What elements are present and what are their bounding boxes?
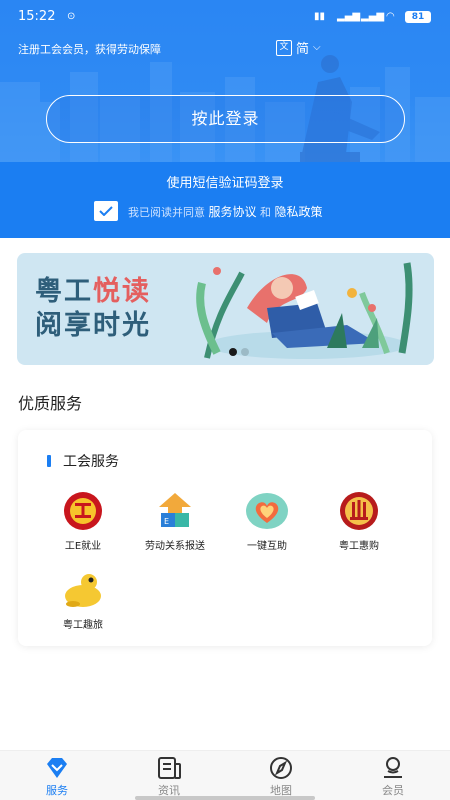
register-promo-text[interactable]: 注册工会会员，获得劳动保障: [18, 41, 161, 57]
banner-title: 粤工悦读 阅享时光: [35, 275, 151, 343]
banner-line1-b: 悦读: [93, 276, 151, 307]
checkmark-icon: [99, 206, 113, 216]
upload-report-icon: E: [153, 491, 197, 531]
banner-line2: 阅享时光: [35, 310, 151, 341]
news-icon: [156, 756, 182, 780]
service-item-mutual-aid[interactable]: 一键互助: [222, 491, 312, 552]
status-bar: 15:22 ⊙ ▮▮ ▂▄▆ ▂▄▆ ◠ 81: [0, 0, 450, 34]
agreement-prefix: 我已阅读并同意: [128, 205, 205, 219]
shopping-emblem-icon: [337, 491, 381, 531]
battery-indicator: 81: [405, 11, 431, 23]
service-item-shopping[interactable]: 粤工惠购: [314, 491, 404, 552]
agreement-and: 和: [260, 205, 272, 219]
sms-login-link[interactable]: 使用短信验证码登录: [0, 172, 450, 191]
frog-travel-icon: [61, 570, 105, 610]
service-label: 一键互助: [247, 541, 287, 552]
sync-icon: ⊙: [67, 11, 76, 22]
section-title: 优质服务: [18, 394, 83, 413]
cellular-4g-icon: ▂▄▆: [337, 11, 361, 22]
service-label: 粤工惠购: [339, 541, 379, 552]
promo-banner[interactable]: 粤工悦读 阅享时光: [17, 253, 434, 365]
svg-text:E: E: [164, 517, 169, 526]
tab-label: 会员: [382, 784, 404, 797]
user-icon: [380, 756, 406, 780]
carousel-dot[interactable]: [241, 348, 249, 356]
service-agreement-link[interactable]: 服务协议: [209, 205, 257, 219]
card-header: 工会服务: [47, 451, 119, 471]
banner-line1-a: 粤工: [35, 276, 93, 307]
service-label: 粤工趣旅: [63, 620, 103, 631]
union-emblem-icon: [61, 491, 105, 531]
home-indicator[interactable]: [135, 796, 315, 800]
tab-news[interactable]: 资讯: [139, 756, 199, 798]
hd-signal-icon: ▮▮: [314, 11, 326, 22]
status-time: 15:22: [18, 9, 56, 24]
agreement-checkbox[interactable]: [94, 201, 118, 221]
bottom-tab-bar: 服务 资讯 地图 会员: [0, 750, 450, 800]
carousel-dots: [229, 348, 249, 356]
compass-icon: [268, 756, 294, 780]
privacy-policy-link[interactable]: 隐私政策: [275, 205, 323, 219]
service-item-travel[interactable]: 粤工趣旅: [38, 570, 128, 631]
service-label: 工E就业: [64, 541, 102, 552]
login-header: 15:22 ⊙ ▮▮ ▂▄▆ ▂▄▆ ◠ 81 注册工会会员，获得劳动保障 文 …: [0, 0, 450, 238]
tab-member[interactable]: 会员: [363, 756, 423, 798]
login-button[interactable]: 按此登录: [46, 95, 405, 143]
tab-map[interactable]: 地图: [251, 756, 311, 798]
service-item-labor-report[interactable]: E 劳动关系报送: [130, 491, 220, 552]
diamond-icon: [44, 756, 70, 780]
service-label: 劳动关系报送: [145, 541, 205, 552]
language-label: 简: [296, 42, 310, 57]
service-item-employment[interactable]: 工E就业: [38, 491, 128, 552]
cellular-5g-icon: ▂▄▆: [361, 11, 385, 22]
chevron-down-icon: ⌵: [313, 42, 321, 53]
heart-help-icon: [245, 491, 289, 531]
translate-icon: 文: [276, 39, 292, 56]
carousel-dot-active[interactable]: [229, 348, 237, 356]
wifi-icon: ◠: [386, 11, 395, 22]
card-title: 工会服务: [63, 454, 119, 470]
agreement-row: 我已阅读并同意 服务协议 和 隐私政策: [94, 201, 323, 221]
section-accent-bar: [47, 455, 51, 467]
tab-services[interactable]: 服务: [27, 756, 87, 798]
language-switch[interactable]: 文 简 ⌵: [276, 38, 321, 57]
union-services-card: 工会服务 工E就业 E 劳动关系报送 一键互助 粤工惠购 粤工趣旅: [18, 430, 432, 646]
tab-label: 服务: [46, 784, 68, 797]
